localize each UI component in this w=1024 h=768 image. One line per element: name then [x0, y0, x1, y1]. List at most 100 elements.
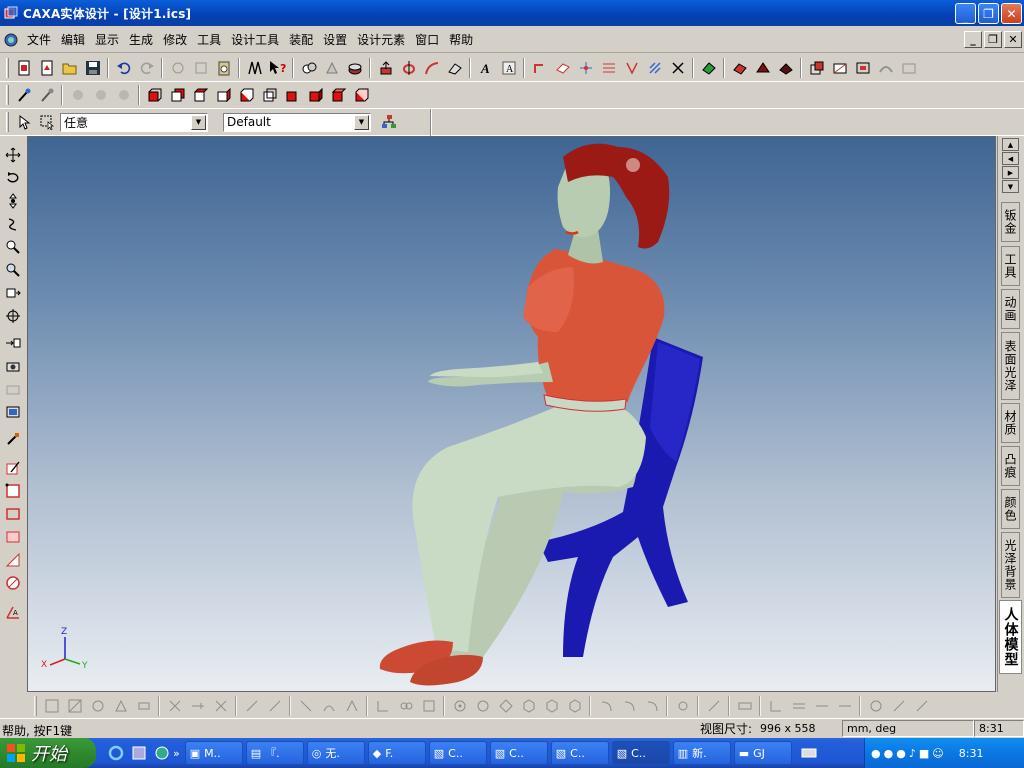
bottom-tool-icon[interactable] — [294, 694, 317, 717]
circle-tool-icon[interactable] — [2, 571, 25, 594]
view-top-icon[interactable] — [189, 84, 212, 107]
bottom-tool-icon[interactable] — [109, 694, 132, 717]
camera-icon[interactable] — [2, 354, 25, 377]
bottom-tool-icon[interactable] — [594, 694, 617, 717]
redo-icon[interactable] — [135, 57, 158, 80]
bottom-tool-icon[interactable] — [163, 694, 186, 717]
shape-library-icon[interactable] — [2, 525, 25, 548]
look-at-icon[interactable] — [2, 304, 25, 327]
axis-icon[interactable] — [574, 57, 597, 80]
tray-security-icon[interactable]: ● — [896, 747, 906, 760]
new-icon[interactable] — [12, 57, 35, 80]
task-button[interactable]: ▧ C.. — [550, 741, 609, 765]
undo-icon[interactable] — [112, 57, 135, 80]
bottom-tool-icon[interactable] — [787, 694, 810, 717]
surface-icon[interactable] — [697, 57, 720, 80]
fold-icon[interactable] — [774, 57, 797, 80]
task-button[interactable]: ▤ 『. — [245, 741, 304, 765]
tab-tools[interactable]: 工具 — [1001, 246, 1020, 286]
mdi-close-button[interactable]: ✕ — [1004, 31, 1022, 48]
extrude-icon[interactable] — [374, 57, 397, 80]
tree-icon[interactable] — [243, 57, 266, 80]
material-icon[interactable] — [343, 57, 366, 80]
boolean-icon[interactable] — [805, 57, 828, 80]
bottom-tool-icon[interactable] — [40, 694, 63, 717]
plane-icon[interactable] — [551, 57, 574, 80]
orbit-icon[interactable] — [2, 212, 25, 235]
menu-window[interactable]: 窗口 — [410, 31, 444, 48]
trim-icon[interactable] — [666, 57, 689, 80]
bottom-tool-icon[interactable] — [63, 694, 86, 717]
split-icon[interactable] — [828, 57, 851, 80]
view-back-icon[interactable] — [166, 84, 189, 107]
browser-icon[interactable] — [150, 742, 173, 765]
dimension-tool-icon[interactable]: A — [2, 600, 25, 623]
camera-view-icon[interactable] — [2, 400, 25, 423]
new-drawing-icon[interactable] — [35, 57, 58, 80]
menu-tools[interactable]: 工具 — [192, 31, 226, 48]
bottom-tool-icon[interactable] — [540, 694, 563, 717]
render-icon[interactable] — [297, 57, 320, 80]
bottom-tool-icon[interactable] — [371, 694, 394, 717]
menu-design-elements[interactable]: 设计元素 — [352, 31, 410, 48]
menu-generate[interactable]: 生成 — [124, 31, 158, 48]
bottom-tool-icon[interactable] — [317, 694, 340, 717]
camera-move-icon[interactable] — [2, 331, 25, 354]
walk-icon[interactable] — [2, 427, 25, 450]
tab-material[interactable]: 材质 — [1001, 403, 1020, 443]
bottom-tool-icon[interactable] — [209, 694, 232, 717]
view-iso-icon[interactable] — [281, 84, 304, 107]
bottom-tool-icon[interactable] — [517, 694, 540, 717]
bottom-tool-icon[interactable] — [563, 694, 586, 717]
bottom-tool-icon[interactable] — [887, 694, 910, 717]
text-box-icon[interactable]: A — [497, 57, 520, 80]
menu-help[interactable]: 帮助 — [444, 31, 478, 48]
3d-viewport[interactable]: Z X Y — [27, 136, 996, 692]
revolve-icon[interactable] — [397, 57, 420, 80]
edit-sketch-icon[interactable] — [2, 456, 25, 479]
tray-person-icon[interactable]: ☺ — [932, 747, 943, 760]
help-pointer-icon[interactable]: ? — [266, 57, 289, 80]
human-figure-model[interactable] — [379, 143, 670, 686]
sweep-icon[interactable] — [420, 57, 443, 80]
tab-color[interactable]: 颜色 — [1001, 489, 1020, 529]
tab-background[interactable]: 光泽背景 — [1001, 532, 1020, 598]
tray-volume-icon[interactable]: ♪ — [909, 747, 916, 760]
scroll-down-icon[interactable]: ▶ — [1002, 166, 1019, 179]
sheet-metal-icon[interactable] — [728, 57, 751, 80]
restore-button[interactable]: ❐ — [978, 3, 999, 24]
rotate-icon[interactable] — [2, 166, 25, 189]
hierarchy-icon[interactable] — [377, 111, 400, 134]
task-button[interactable]: ▧ C.. — [428, 741, 487, 765]
app-icon[interactable] — [3, 5, 19, 21]
tray-network-icon[interactable]: ● — [871, 747, 881, 760]
document-icon[interactable] — [0, 28, 22, 51]
eyedropper-icon[interactable] — [12, 84, 35, 107]
bottom-tool-icon[interactable] — [417, 694, 440, 717]
task-button[interactable]: ▣ M.. — [184, 741, 243, 765]
bottom-tool-icon[interactable] — [833, 694, 856, 717]
chevron-down-icon[interactable]: ▼ — [191, 114, 206, 130]
pan-icon[interactable] — [2, 143, 25, 166]
smart-render-icon[interactable] — [66, 84, 89, 107]
blend-icon[interactable] — [874, 57, 897, 80]
bottom-tool-icon[interactable] — [910, 694, 933, 717]
scroll-last-icon[interactable]: ▼ — [1002, 180, 1019, 193]
menu-modify[interactable]: 修改 — [158, 31, 192, 48]
start-button[interactable]: 开始 — [0, 738, 96, 768]
view-iso2-icon[interactable] — [304, 84, 327, 107]
config-select[interactable]: Default ▼ — [223, 112, 371, 132]
quicklaunch-icon[interactable] — [127, 742, 150, 765]
slope-tool-icon[interactable] — [2, 548, 25, 571]
tab-surface-finish[interactable]: 表面光泽 — [1001, 332, 1020, 400]
view-right-icon[interactable] — [258, 84, 281, 107]
bottom-tool-icon[interactable] — [186, 694, 209, 717]
chamfer-icon[interactable] — [897, 57, 920, 80]
bottom-tool-icon[interactable] — [640, 694, 663, 717]
task-button[interactable]: ▬ GJ — [733, 741, 792, 765]
minimize-button[interactable]: _ — [955, 3, 976, 24]
menu-settings[interactable]: 设置 — [318, 31, 352, 48]
bottom-tool-icon[interactable] — [864, 694, 887, 717]
bottom-tool-icon[interactable] — [471, 694, 494, 717]
tray-app-icon[interactable]: ● — [884, 747, 894, 760]
